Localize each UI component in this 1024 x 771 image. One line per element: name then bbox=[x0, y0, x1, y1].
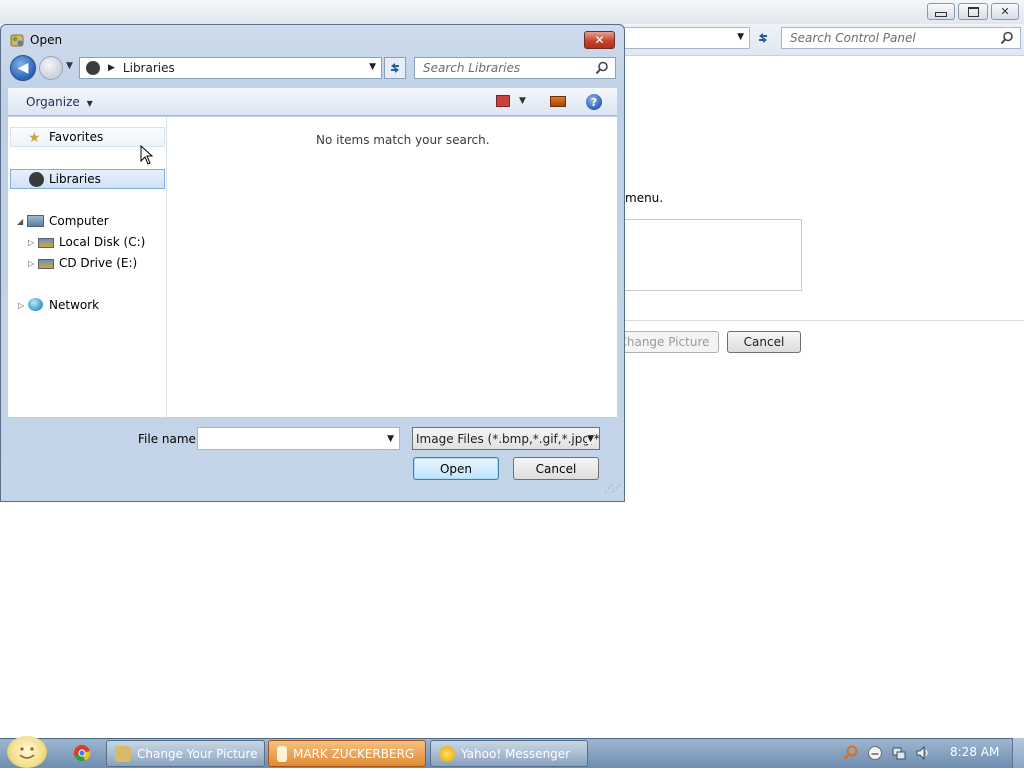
dialog-address-bar[interactable]: ▶ Libraries ▼ bbox=[79, 57, 382, 79]
sidebar-item-label: CD Drive (E:) bbox=[59, 256, 138, 270]
control-panel-titlebar bbox=[0, 0, 1024, 24]
close-window-button[interactable]: ✕ bbox=[991, 3, 1019, 20]
start-button[interactable] bbox=[7, 736, 47, 768]
forward-button[interactable] bbox=[39, 56, 63, 80]
tray-messenger-icon[interactable] bbox=[867, 745, 883, 761]
refresh-icon bbox=[391, 63, 399, 73]
chrome-taskbar-button[interactable] bbox=[68, 740, 96, 766]
network-icon bbox=[28, 298, 43, 311]
sidebar-item-network[interactable]: Network bbox=[49, 295, 99, 315]
document-icon bbox=[277, 745, 287, 762]
libraries-icon bbox=[86, 61, 100, 75]
dialog-search-placeholder: Search Libraries bbox=[423, 61, 521, 75]
taskbar-item-label: Yahoo! Messenger bbox=[461, 746, 571, 761]
libraries-icon bbox=[29, 172, 44, 187]
smiley-icon bbox=[19, 747, 35, 759]
dialog-app-icon bbox=[10, 34, 24, 47]
chevron-down-icon: ▼ bbox=[737, 32, 744, 42]
chevron-down-icon: ▼ bbox=[587, 434, 594, 444]
sidebar-item-label: Local Disk (C:) bbox=[59, 235, 146, 249]
breadcrumb-libraries[interactable]: Libraries bbox=[123, 61, 175, 75]
restore-icon bbox=[967, 6, 979, 17]
resize-grip-icon[interactable]: ⋰⋰ bbox=[604, 484, 621, 494]
file-name-input[interactable]: ▼ bbox=[197, 427, 400, 450]
cd-drive-icon bbox=[38, 259, 54, 269]
help-icon[interactable]: ? bbox=[586, 94, 602, 110]
sidebar-item-label: Favorites bbox=[49, 130, 104, 144]
sidebar-item-label: Computer bbox=[49, 214, 109, 228]
taskbar-item-yahoo-messenger[interactable]: Yahoo! Messenger bbox=[430, 740, 588, 767]
breadcrumb-arrow-icon[interactable]: ▶ bbox=[108, 63, 115, 73]
close-icon: ✕ bbox=[1000, 5, 1010, 18]
yahoo-messenger-icon bbox=[439, 745, 455, 762]
change-view-icon[interactable] bbox=[496, 95, 510, 107]
expand-arrow-icon[interactable]: ▷ bbox=[28, 238, 34, 247]
file-type-select[interactable]: Image Files (*.bmp,*.gif,*.jpg,*. ▼ bbox=[412, 427, 600, 450]
chevron-down-icon[interactable]: ▼ bbox=[387, 434, 394, 444]
chrome-icon bbox=[74, 745, 91, 762]
taskbar-item-label: Change Your Picture bbox=[137, 746, 258, 761]
control-panel-cancel-button[interactable]: Cancel bbox=[727, 331, 801, 353]
change-picture-button[interactable]: Change Picture bbox=[609, 331, 719, 353]
recent-pages-dropdown[interactable]: ▼ bbox=[66, 61, 73, 71]
minimize-button[interactable] bbox=[927, 3, 955, 20]
view-options-dropdown[interactable]: ▼ bbox=[519, 96, 526, 106]
dialog-cancel-button[interactable]: Cancel bbox=[513, 457, 599, 480]
show-desktop-button[interactable] bbox=[1012, 738, 1024, 768]
taskbar-item-mark-zuckerberg[interactable]: MARK ZUCKERBERG bbox=[268, 740, 426, 767]
dialog-search-input[interactable]: Search Libraries bbox=[414, 57, 616, 79]
control-panel-search-input[interactable]: Search Control Panel bbox=[781, 27, 1021, 49]
open-button[interactable]: Open bbox=[413, 457, 499, 480]
expand-arrow-icon[interactable]: ▷ bbox=[28, 259, 34, 268]
control-panel-refresh-button[interactable] bbox=[752, 27, 774, 49]
sidebar-item-label: Network bbox=[49, 298, 100, 312]
computer-icon bbox=[27, 215, 44, 227]
organize-menu-button[interactable]: Organize ▼ bbox=[26, 95, 93, 109]
search-icon bbox=[595, 61, 608, 75]
taskbar-item-change-picture[interactable]: Change Your Picture bbox=[106, 740, 265, 767]
file-name-label: File name: bbox=[138, 432, 200, 446]
chevron-down-icon[interactable]: ▼ bbox=[369, 62, 376, 72]
star-icon: ★ bbox=[28, 130, 41, 146]
organize-label: Organize bbox=[26, 95, 80, 109]
minimize-icon bbox=[935, 12, 947, 17]
sidebar-item-computer[interactable]: Computer bbox=[49, 211, 109, 231]
dialog-refresh-button[interactable] bbox=[384, 57, 406, 79]
mouse-cursor-icon bbox=[140, 145, 154, 165]
volume-icon[interactable] bbox=[915, 745, 931, 761]
taskbar-clock[interactable]: 8:28 AM bbox=[950, 745, 999, 759]
dialog-title: Open bbox=[30, 33, 63, 47]
tray-search-icon[interactable] bbox=[843, 745, 859, 761]
refresh-icon bbox=[759, 33, 767, 43]
preview-pane-icon[interactable] bbox=[550, 96, 566, 107]
close-icon: ✕ bbox=[594, 33, 605, 47]
local-disk-icon bbox=[38, 238, 54, 248]
collapse-arrow-icon[interactable]: ◢ bbox=[17, 217, 23, 226]
instruction-text: menu. bbox=[625, 191, 664, 205]
control-panel-search-placeholder: Search Control Panel bbox=[790, 31, 916, 45]
empty-results-message: No items match your search. bbox=[316, 133, 490, 147]
search-icon bbox=[1000, 31, 1013, 45]
dialog-close-button[interactable]: ✕ bbox=[584, 31, 615, 49]
control-panel-icon bbox=[115, 745, 131, 762]
taskbar-item-label: MARK ZUCKERBERG bbox=[293, 746, 415, 761]
sidebar-item-local-disk[interactable]: Local Disk (C:) bbox=[59, 232, 145, 252]
network-status-icon[interactable] bbox=[891, 745, 907, 761]
back-button[interactable]: ◀ bbox=[10, 55, 36, 81]
restore-button[interactable] bbox=[958, 3, 988, 20]
chevron-down-icon: ▼ bbox=[86, 99, 93, 108]
picture-preview-area bbox=[617, 219, 802, 291]
expand-arrow-icon[interactable]: ▷ bbox=[18, 301, 24, 310]
sidebar-item-cd-drive[interactable]: CD Drive (E:) bbox=[59, 253, 137, 273]
file-type-value: Image Files (*.bmp,*.gif,*.jpg,*. bbox=[416, 431, 600, 446]
divider bbox=[617, 320, 1024, 321]
arrow-left-icon: ◀ bbox=[17, 60, 29, 76]
sidebar-item-label: Libraries bbox=[49, 172, 101, 186]
